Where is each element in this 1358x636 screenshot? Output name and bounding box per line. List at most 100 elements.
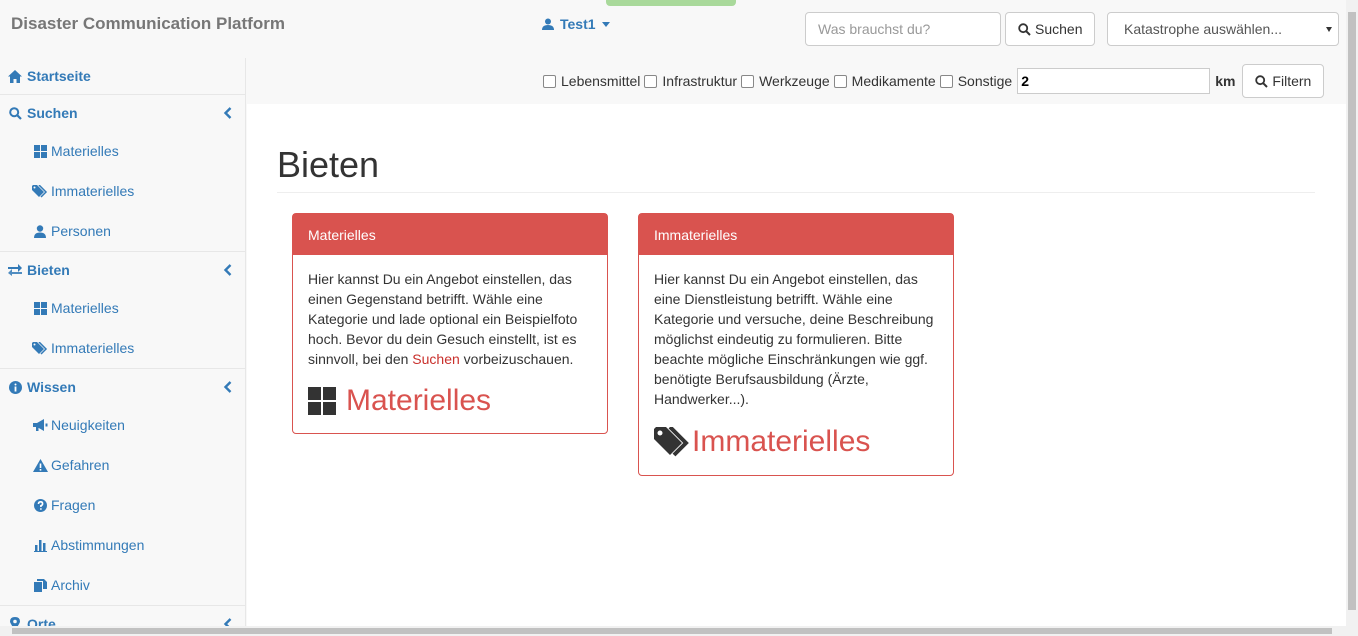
material-offer-link[interactable]: Materielles [308,384,592,417]
sidebar-item-label: Gefahren [51,457,110,473]
sidebar-item-offer[interactable]: Bieten [0,252,245,288]
filter-label: Lebensmittel [561,73,641,89]
distance-unit: km [1215,73,1236,89]
category-filter: Lebensmittel Infrastruktur Werkzeuge Med… [543,64,1325,98]
search-icon [1018,22,1031,36]
filter-button[interactable]: Filtern [1242,64,1325,98]
material-panel: Materielles Hier kannst Du ein Angebot e… [292,213,608,434]
search-button-label: Suchen [1035,21,1083,37]
sidebar-item-news[interactable]: Neuigkeiten [0,405,245,445]
material-offer-label: Materielles [346,384,492,417]
sidebar-section-knowledge: Wissen Neuigkeiten Gefahren Fragen Absti… [0,369,245,606]
info-sign-icon [8,380,22,394]
sidebar-section-search: Suchen Materielles Immaterielles Persone… [0,95,245,252]
panel-heading: Immaterielles [639,214,953,255]
filter-lebensmittel[interactable]: Lebensmittel [543,73,640,89]
filter-sonstige[interactable]: Sonstige [939,73,1013,89]
sidebar-item-search-immaterial[interactable]: Immaterielles [0,171,245,211]
th-large-icon [33,144,47,158]
sidebar-item-search-people[interactable]: Personen [0,211,245,251]
sidebar-item-offer-material[interactable]: Materielles [0,288,245,328]
panel-description: Hier kannst Du ein Angebot einstellen, d… [654,271,934,407]
sidebar-item-label: Immaterielles [51,183,135,199]
home-icon [8,69,22,83]
checkbox[interactable] [741,74,755,88]
sidebar-item-label: Immaterielles [51,340,135,356]
chevron-left-icon[interactable] [223,264,232,276]
scrollbar-thumb[interactable] [1348,12,1356,610]
checkbox[interactable] [644,74,658,88]
main-content: Bieten Materielles Hier kannst Du ein An… [247,104,1346,626]
tags-icon [32,184,48,198]
sidebar: Startseite Suchen Materielles Immateriel… [0,58,246,636]
tags-icon [32,341,48,355]
sidebar-item-label: Wissen [27,379,76,395]
vertical-scrollbar[interactable] [1346,0,1358,626]
sidebar-item-search-material[interactable]: Materielles [0,131,245,171]
user-icon [34,224,46,238]
checkbox[interactable] [543,74,556,88]
user-name: Test1 [560,16,596,32]
filter-label: Medikamente [851,73,936,89]
filter-infrastruktur[interactable]: Infrastruktur [644,73,737,89]
sidebar-item-archive[interactable]: Archiv [0,565,245,605]
sidebar-item-polls[interactable]: Abstimmungen [0,525,245,565]
filter-label: Sonstige [957,73,1013,89]
sidebar-item-home[interactable]: Startseite [0,58,245,94]
filter-label: Werkzeuge [759,73,830,89]
distance-input[interactable] [1017,68,1211,94]
search-icon [1255,74,1269,88]
page-title: Bieten [277,144,380,185]
disaster-select[interactable]: Katastrophe auswählen... [1107,12,1339,46]
filter-label: Infrastruktur [662,73,738,89]
search-button[interactable]: Suchen [1005,12,1096,46]
sidebar-item-label: Materielles [51,300,119,316]
immaterial-panel: Immaterielles Hier kannst Du ein Angebot… [638,213,954,476]
filter-button-label: Filtern [1272,73,1312,89]
sidebar-section-offer: Bieten Materielles Immaterielles [0,252,245,369]
status-tab [606,0,736,6]
search-icon [8,106,22,120]
title-divider [277,192,1315,193]
sidebar-section-home: Startseite [0,58,245,95]
th-large-icon [33,301,47,315]
description-text: vorbeizuschauen. [459,351,574,367]
sidebar-item-dangers[interactable]: Gefahren [0,445,245,485]
stats-icon [33,539,47,552]
sidebar-item-questions[interactable]: Fragen [0,485,245,525]
caret-down-icon [601,21,610,27]
top-navbar: Disaster Communication Platform Test1 Su… [0,0,1346,58]
sidebar-item-offer-immaterial[interactable]: Immaterielles [0,328,245,368]
user-menu[interactable]: Test1 [542,16,610,32]
brand-title[interactable]: Disaster Communication Platform [11,14,285,34]
sidebar-item-label: Personen [51,223,111,239]
checkbox[interactable] [939,74,953,88]
sidebar-item-label: Startseite [27,68,91,84]
checkbox[interactable] [833,74,847,88]
warning-sign-icon [32,458,48,472]
horizontal-scrollbar[interactable] [0,626,1358,636]
th-large-icon [308,387,336,415]
search-link[interactable]: Suchen [412,351,459,367]
transfer-icon [8,264,22,276]
sidebar-item-label: Neuigkeiten [51,417,125,433]
filter-medikamente[interactable]: Medikamente [833,73,936,89]
sidebar-item-label: Abstimmungen [51,537,145,553]
sidebar-item-knowledge[interactable]: Wissen [0,369,245,405]
sidebar-item-search[interactable]: Suchen [0,95,245,131]
chevron-left-icon[interactable] [223,381,232,393]
immaterial-offer-link[interactable]: Immaterielles [654,427,938,457]
panel-description: Hier kannst Du ein Angebot einstellen, d… [308,269,592,369]
filter-werkzeuge[interactable]: Werkzeuge [741,73,830,89]
immaterial-offer-label: Immaterielles [692,425,871,458]
chevron-left-icon[interactable] [223,107,232,119]
disaster-select-value: Katastrophe auswählen... [1124,21,1282,37]
panel-body: Hier kannst Du ein Angebot einstellen, d… [293,255,607,433]
search-input[interactable] [805,12,1001,46]
sidebar-item-label: Materielles [51,143,119,159]
tags-icon [654,427,689,457]
question-sign-icon [33,498,47,512]
duplicate-icon [33,578,47,592]
scrollbar-thumb[interactable] [12,628,1332,634]
sidebar-item-label: Suchen [27,105,78,121]
